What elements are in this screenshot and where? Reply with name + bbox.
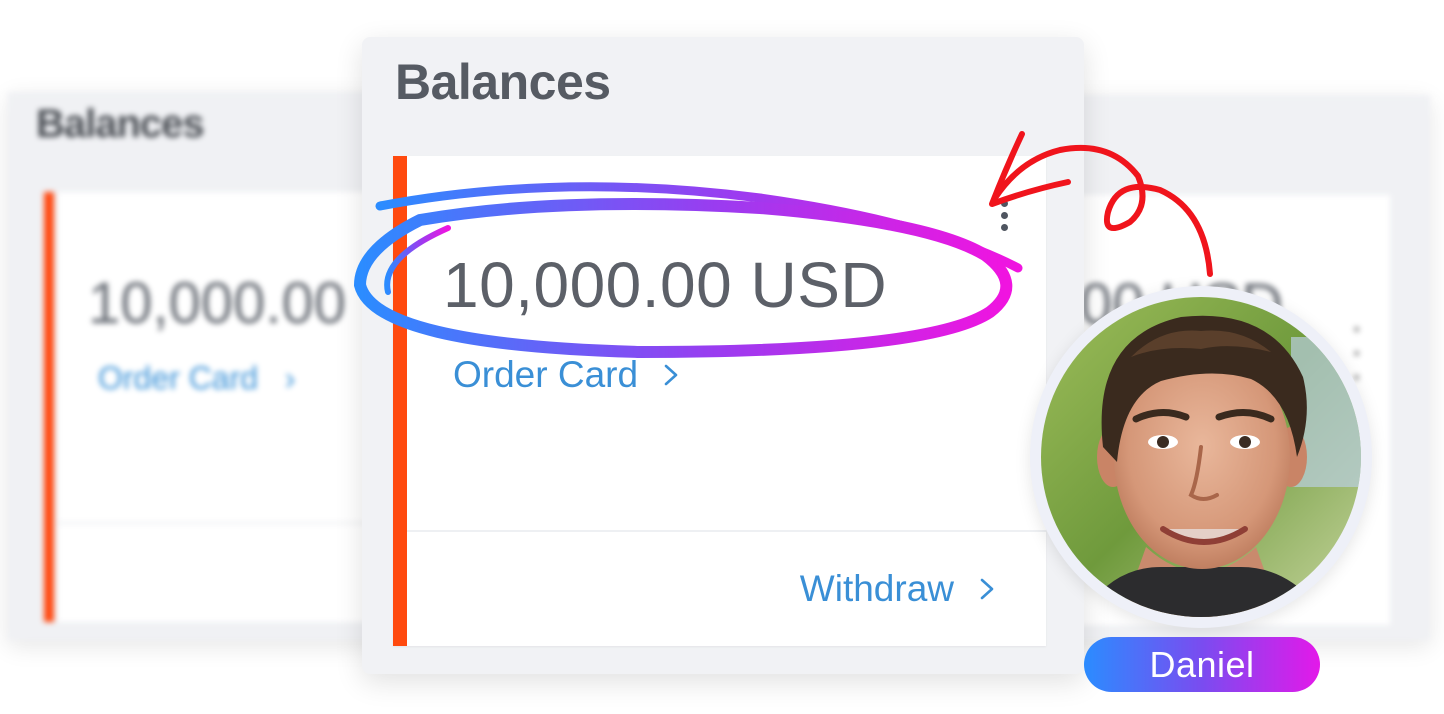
balance-card: 10,000.00 USD Order Card Withdraw [393,156,1046,646]
background-order-card-link: Order Card › [98,360,295,397]
avatar [1041,297,1361,617]
card-divider [407,530,1046,532]
stage: Balances 10,000.00 Order Card › 00 USD ·… [0,0,1444,714]
background-chevron-right-icon: › [266,360,296,396]
card-accent-bar [393,156,407,646]
background-balance-amount: 10,000.00 [88,271,347,336]
kebab-dot [1000,200,1008,207]
user-name: Daniel [1149,643,1255,685]
withdraw-label: Withdraw [799,568,954,609]
background-order-card-label: Order Card [98,360,259,396]
kebab-dot [1000,212,1008,219]
kebab-dot [1000,224,1008,231]
order-card-label: Order Card [453,354,639,395]
balances-panel: Balances 10,000.00 USD Order Card Withdr… [362,37,1084,674]
more-vertical-icon[interactable] [997,200,1011,244]
chevron-right-icon [664,364,678,386]
withdraw-link[interactable]: Withdraw [800,568,998,610]
balance-amount: 10,000.00 USD [443,249,888,321]
background-balance-card: 10,000.00 Order Card › [58,192,398,622]
background-divider [58,522,398,524]
avatar-photo [1041,297,1361,617]
order-card-link[interactable]: Order Card [453,354,682,396]
user-avatar-frame [1030,286,1372,628]
background-panel-title: Balances [36,102,205,146]
panel-title: Balances [395,54,611,110]
background-balances-panel-left: Balances 10,000.00 Order Card › [8,92,398,640]
chevron-right-icon [980,578,994,600]
user-name-badge: Daniel [1084,637,1320,692]
background-accent-bar [44,192,54,622]
